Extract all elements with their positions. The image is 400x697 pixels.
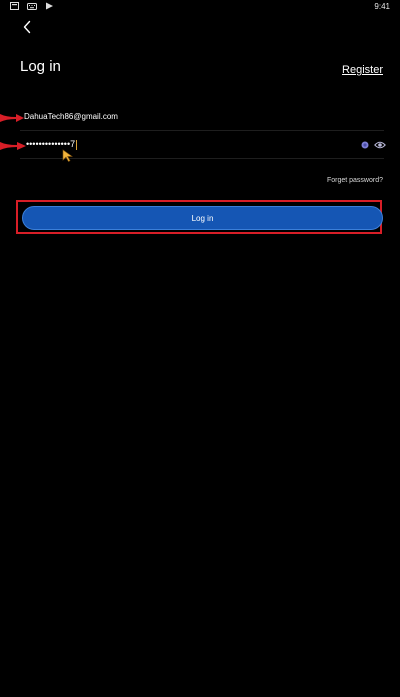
keyboard-icon	[27, 2, 37, 10]
mouse-cursor-icon	[62, 149, 73, 162]
red-arrow-marker-icon	[0, 142, 26, 150]
login-button[interactable]: Log in	[22, 206, 383, 230]
chevron-left-icon	[23, 20, 31, 34]
email-input-value: DahuaTech86@gmail.com	[24, 112, 118, 121]
password-field[interactable]: ••••••••••••••7	[0, 133, 400, 159]
clear-icon[interactable]	[361, 141, 369, 149]
notification-icon	[10, 2, 19, 10]
status-time: 9:41	[374, 2, 390, 11]
red-arrow-marker-icon	[0, 114, 24, 122]
page-title: Log in	[20, 58, 61, 75]
status-icons	[10, 2, 54, 10]
email-divider	[20, 130, 384, 131]
back-button[interactable]	[18, 18, 36, 36]
eye-icon[interactable]	[374, 140, 386, 150]
password-last-char: 7	[70, 139, 76, 149]
password-mask: ••••••••••••••	[26, 139, 71, 149]
email-field[interactable]: DahuaTech86@gmail.com	[0, 105, 400, 131]
forget-password-link[interactable]: Forget password?	[327, 177, 383, 184]
text-caret	[76, 139, 78, 150]
play-store-icon	[45, 2, 54, 10]
register-link[interactable]: Register	[342, 64, 383, 76]
password-divider	[20, 158, 384, 159]
status-bar: 9:41	[0, 0, 400, 14]
